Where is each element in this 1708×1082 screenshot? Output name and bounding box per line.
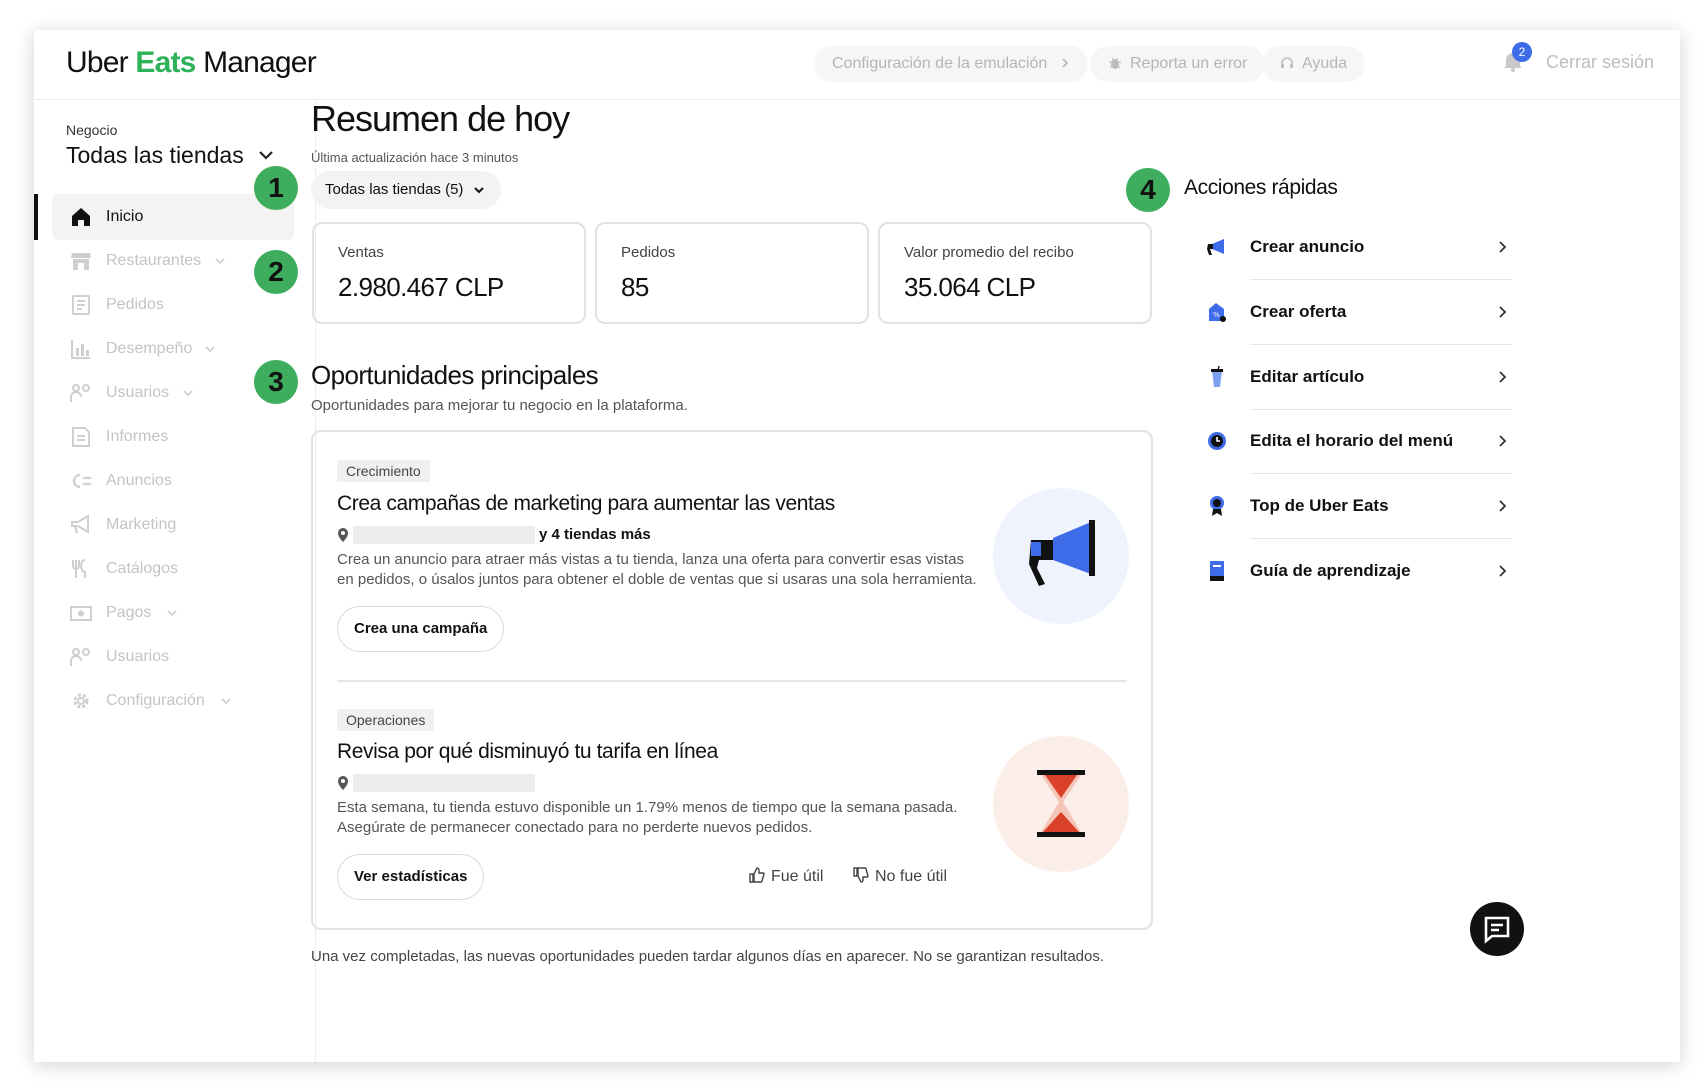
opportunities-subtitle: Oportunidades para mejorar tu negocio en… — [311, 397, 688, 414]
location-pin-icon — [338, 528, 348, 542]
megaphone-icon — [1207, 239, 1224, 255]
stat-label: Valor promedio del recibo — [904, 244, 1074, 261]
quick-action-divider — [1250, 473, 1512, 474]
chevron-right-icon — [1499, 241, 1507, 253]
stat-card-orders: Pedidos 85 — [595, 222, 869, 324]
stat-value: 85 — [621, 272, 649, 302]
quick-action-label: Top de Uber Eats — [1250, 496, 1389, 515]
quick-action-edit-item[interactable]: Editar artículo — [1200, 346, 1512, 410]
stat-label: Ventas — [338, 244, 384, 261]
quick-action-top-uber-eats[interactable]: Top de Uber Eats — [1200, 475, 1512, 539]
redacted-store-name — [353, 774, 535, 792]
store-filter-label: Todas las tiendas (5) — [325, 181, 464, 198]
not-useful-label: No fue útil — [875, 868, 948, 885]
cup-icon — [1211, 366, 1223, 387]
more-stores-text: y 4 tiendas más — [539, 526, 651, 543]
quick-action-divider — [1250, 279, 1512, 280]
megaphone-illustration — [993, 488, 1129, 624]
stat-value: 35.064 CLP — [904, 272, 1036, 302]
quick-action-divider — [1250, 344, 1512, 345]
quick-action-label: Crear anuncio — [1250, 237, 1365, 256]
chevron-right-icon — [1499, 306, 1507, 318]
opportunity-title: Revisa por qué disminuyó tu tarifa en lí… — [337, 740, 718, 763]
chevron-down-icon — [474, 187, 485, 194]
last-updated-text: Última actualización hace 3 minutos — [311, 150, 519, 165]
thumbs-up-icon — [749, 867, 765, 883]
opportunity-tag: Crecimiento — [337, 460, 430, 482]
opportunities-title: Oportunidades principales — [311, 360, 599, 390]
quick-action-create-offer[interactable]: % Crear oferta — [1200, 281, 1512, 345]
quick-action-label: Editar artículo — [1250, 367, 1365, 386]
thumbs-down-icon — [853, 867, 869, 883]
quick-actions-title: Acciones rápidas — [1184, 176, 1338, 199]
stat-card-sales: Ventas 2.980.467 CLP — [312, 222, 586, 324]
stat-label: Pedidos — [621, 244, 676, 261]
clock-icon — [1208, 432, 1226, 450]
page-title: Resumen de hoy — [311, 98, 570, 139]
redacted-store-name — [353, 526, 535, 544]
useful-label: Fue útil — [771, 868, 824, 885]
chevron-right-icon — [1499, 435, 1507, 447]
award-icon — [1210, 496, 1224, 516]
quick-action-divider — [1250, 538, 1512, 539]
megaphone-icon — [1029, 520, 1095, 586]
opportunities-card: Crecimiento Crea campañas de marketing p… — [311, 430, 1153, 930]
store-filter-dropdown[interactable]: Todas las tiendas (5) — [311, 171, 502, 209]
opportunity-divider — [337, 680, 1127, 682]
chevron-right-icon — [1499, 500, 1507, 512]
stat-value: 2.980.467 CLP — [338, 272, 504, 302]
quick-action-create-ad[interactable]: Crear anuncio — [1200, 216, 1512, 280]
stat-card-average-receipt: Valor promedio del recibo 35.064 CLP — [878, 222, 1152, 324]
chat-icon — [1484, 916, 1510, 944]
quick-action-label: Edita el horario del menú — [1250, 431, 1454, 450]
not-useful-feedback-button[interactable]: No fue útil — [853, 867, 947, 886]
hourglass-illustration — [993, 736, 1129, 872]
tag-icon: % — [1209, 303, 1226, 322]
chevron-right-icon — [1499, 565, 1507, 577]
hourglass-icon — [1037, 770, 1085, 837]
svg-text:%: % — [1213, 311, 1220, 319]
create-campaign-button[interactable]: Crea una campaña — [337, 606, 505, 652]
useful-feedback-button[interactable]: Fue útil — [749, 867, 823, 886]
location-pin-icon — [338, 776, 348, 790]
quick-action-label: Guía de aprendizaje — [1250, 561, 1411, 580]
quick-action-learning-guide[interactable]: Guía de aprendizaje — [1200, 540, 1512, 604]
main-content: Resumen de hoy Última actualización hace… — [0, 0, 1708, 1082]
opportunity-description: Esta semana, tu tienda estuvo disponible… — [337, 799, 958, 836]
opportunity-title: Crea campañas de marketing para aumentar… — [337, 492, 835, 515]
quick-action-edit-menu-hours[interactable]: Edita el horario del menú — [1200, 410, 1512, 474]
quick-action-label: Crear oferta — [1250, 302, 1347, 321]
book-icon — [1210, 561, 1224, 581]
opportunities-footnote: Una vez completadas, las nuevas oportuni… — [311, 948, 1105, 965]
chat-button[interactable] — [1470, 902, 1524, 956]
chevron-right-icon — [1499, 371, 1507, 383]
opportunity-description: Crea un anuncio para atraer más vistas a… — [337, 551, 977, 588]
opportunity-tag: Operaciones — [337, 709, 435, 731]
view-statistics-button[interactable]: Ver estadísticas — [337, 854, 485, 900]
